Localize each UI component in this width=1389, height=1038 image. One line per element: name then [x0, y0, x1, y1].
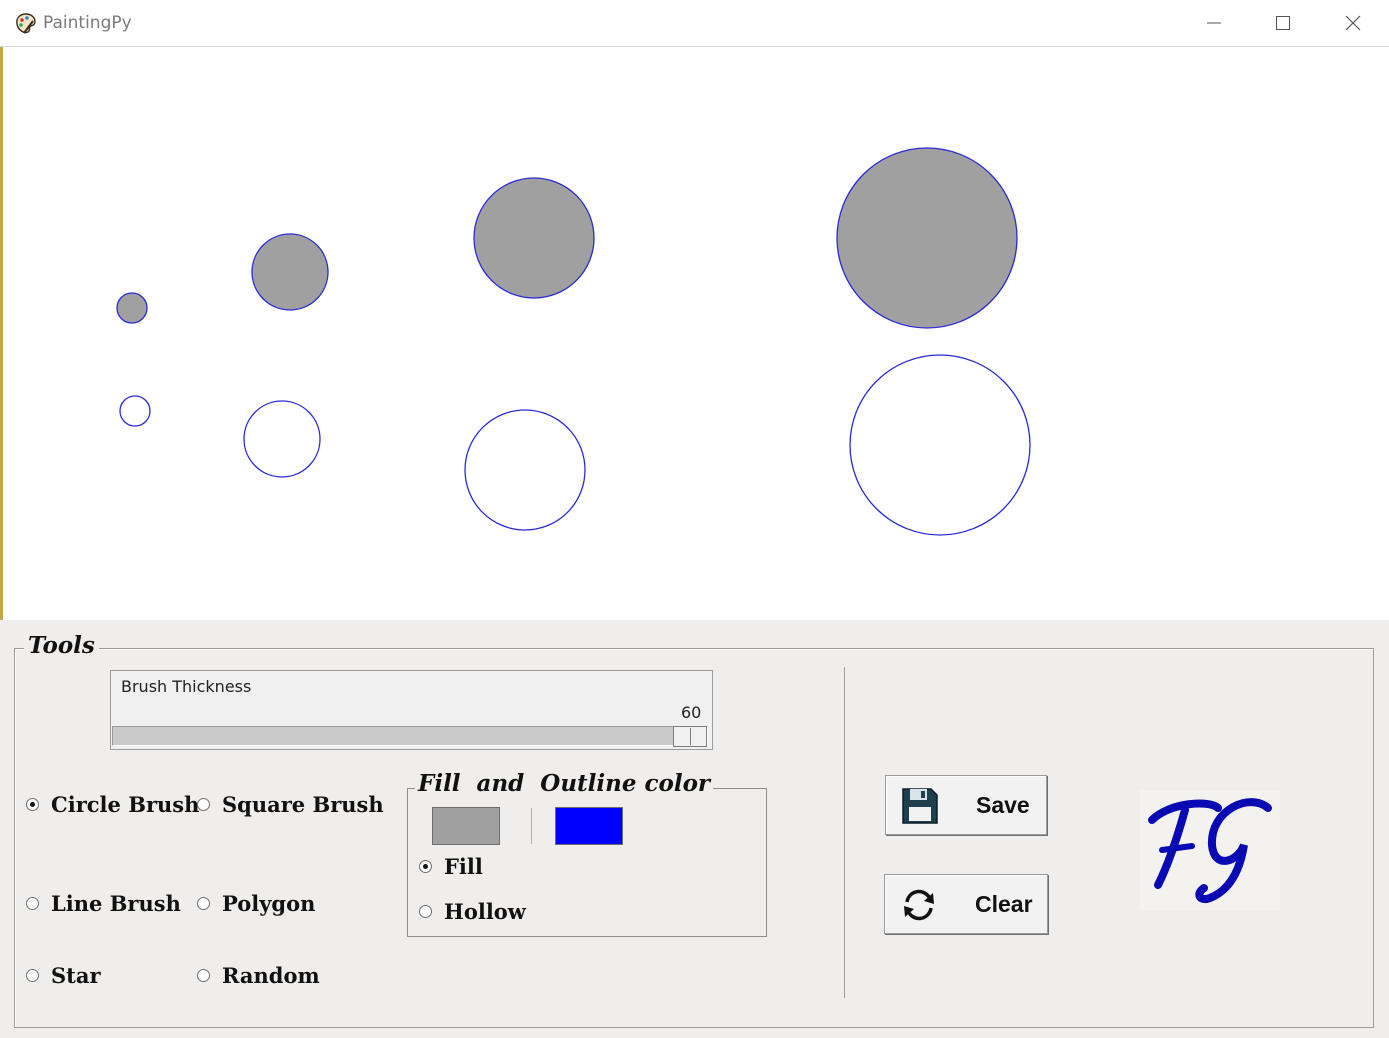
save-label: Save [976, 792, 1030, 818]
hollow-circle [243, 400, 321, 478]
radio-indicator [26, 969, 39, 982]
radio-label: Circle Brush [51, 792, 200, 817]
radio-indicator [197, 969, 210, 982]
hollow-circle [464, 409, 586, 531]
fg-logo: FG [1140, 790, 1280, 910]
vertical-separator [844, 667, 845, 998]
filled-circle [251, 233, 329, 311]
radio-square-brush[interactable]: Square Brush [197, 792, 384, 817]
clear-label: Clear [975, 891, 1033, 917]
filled-circle [116, 292, 148, 324]
refresh-icon [904, 889, 934, 921]
radio-polygon[interactable]: Polygon [197, 891, 315, 916]
radio-label: Hollow [444, 899, 526, 924]
window-title: PaintingPy [43, 13, 132, 33]
radio-label: Square Brush [222, 792, 384, 817]
radio-label: Random [222, 963, 320, 988]
radio-star[interactable]: Star [26, 963, 101, 988]
clear-button[interactable]: Clear [884, 874, 1048, 934]
fill-color-swatch[interactable] [432, 807, 500, 845]
minimize-icon [1207, 22, 1221, 24]
close-button[interactable] [1319, 0, 1387, 46]
brush-thickness-track[interactable] [112, 726, 708, 746]
minimize-button[interactable] [1180, 0, 1248, 46]
radio-fill[interactable]: Fill [419, 854, 483, 879]
radio-indicator [197, 798, 210, 811]
drawing-canvas[interactable] [3, 48, 1386, 620]
maximize-icon [1276, 16, 1290, 30]
radio-label: Fill [444, 854, 483, 879]
app-icon [16, 13, 36, 34]
brush-thickness-value: 60 [681, 703, 702, 722]
title-bar: PaintingPy [0, 0, 1389, 47]
radio-random[interactable]: Random [197, 963, 320, 988]
radio-indicator [26, 897, 39, 910]
tools-legend: Tools [24, 632, 99, 659]
close-icon [1345, 15, 1361, 31]
radio-line-brush[interactable]: Line Brush [26, 891, 181, 916]
tools-panel: Tools Brush Thickness 60 Circle Brush Sq… [0, 620, 1389, 1038]
maximize-button[interactable] [1249, 0, 1317, 46]
radio-indicator [26, 798, 39, 811]
color-legend: Fill and Outline color [415, 770, 714, 797]
filled-circle [473, 177, 595, 299]
radio-circle-brush[interactable]: Circle Brush [26, 792, 199, 817]
radio-indicator [419, 905, 432, 918]
radio-label: Line Brush [51, 891, 181, 916]
outline-color-swatch[interactable] [555, 807, 623, 845]
floppy-disk-icon [902, 788, 938, 824]
hollow-circle [849, 354, 1031, 536]
hollow-circle [119, 395, 151, 427]
save-button[interactable]: Save [885, 775, 1047, 835]
radio-indicator [419, 860, 432, 873]
brush-thickness-label: Brush Thickness [121, 677, 252, 696]
canvas-drawing [116, 147, 1031, 536]
radio-label: Star [51, 963, 101, 988]
radio-hollow[interactable]: Hollow [419, 899, 526, 924]
swatch-separator [531, 808, 532, 844]
brush-thickness-handle[interactable] [673, 726, 707, 747]
filled-circle [836, 147, 1018, 329]
radio-indicator [197, 897, 210, 910]
radio-label: Polygon [222, 891, 316, 916]
